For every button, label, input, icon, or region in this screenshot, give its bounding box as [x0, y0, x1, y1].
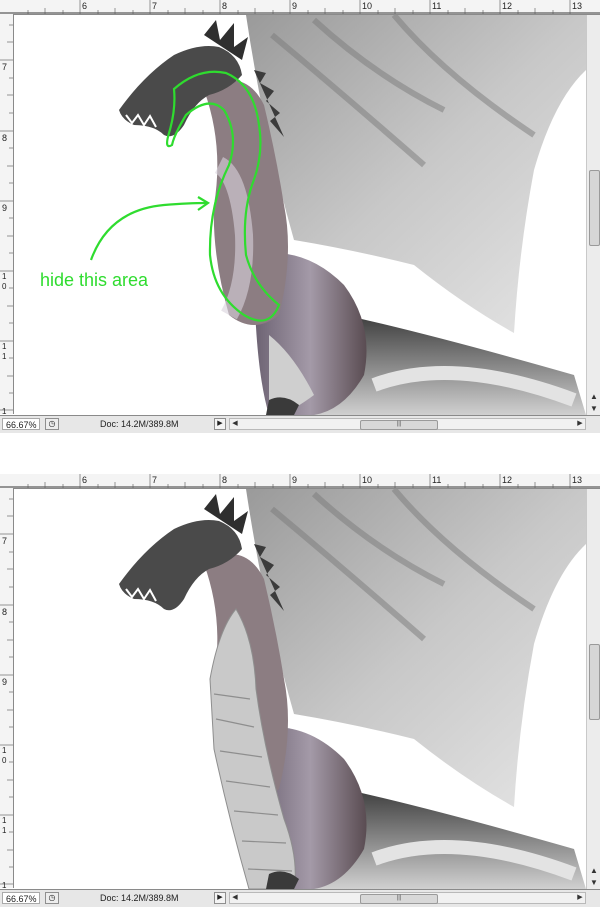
scroll-down-arrow-icon[interactable]: ▼	[587, 877, 600, 889]
horizontal-scrollbar[interactable]: ◀ ||| ▶	[229, 418, 586, 430]
vertical-scrollbar[interactable]: ▲ ▼	[586, 15, 600, 415]
ruler-label: 12	[502, 1, 512, 11]
play-arrow-icon[interactable]: ▶	[214, 418, 226, 430]
vertical-scrollbar[interactable]: ▲ ▼	[586, 489, 600, 889]
scroll-down-arrow-icon[interactable]: ▼	[587, 403, 600, 415]
ruler-label: 7	[2, 536, 7, 546]
ruler-label: 11	[432, 475, 441, 485]
ruler-label: 9	[292, 1, 297, 11]
ruler-label: 1	[2, 272, 7, 281]
document-window-before: 6 7 8 9 10 11 12 13 7 8 9 1 0 1 1 1 hide…	[0, 0, 600, 433]
ruler-label: 9	[2, 677, 7, 687]
image-canvas[interactable]: hide this area	[14, 15, 586, 415]
ruler-label: 8	[222, 475, 227, 485]
ruler-label: 8	[222, 1, 227, 11]
document-window-after: 6 7 8 9 10 11 12 13 7 8 9 1 0 1 1 1 ▲ ▼ …	[0, 474, 600, 907]
document-size-info: Doc: 14.2M/389.8M	[100, 893, 179, 903]
doc-info-icon[interactable]: ◷	[45, 892, 59, 904]
ruler-label: 1	[2, 407, 7, 414]
zoom-level-field[interactable]: 66.67%	[2, 418, 40, 430]
ruler-label: 8	[2, 607, 7, 617]
zoom-level-field[interactable]: 66.67%	[2, 892, 40, 904]
scroll-up-arrow-icon[interactable]: ▲	[587, 865, 600, 877]
status-bar: 66.67% ◷ Doc: 14.2M/389.8M ▶ ◀ ||| ▶	[0, 889, 600, 907]
document-size-info: Doc: 14.2M/389.8M	[100, 419, 179, 429]
status-bar: 66.67% ◷ Doc: 14.2M/389.8M ▶ ◀ ||| ▶	[0, 415, 600, 433]
annotation-arrow-shaft	[89, 201, 207, 261]
scroll-left-arrow-icon[interactable]: ◀	[230, 419, 240, 429]
scroll-up-arrow-icon[interactable]: ▲	[587, 391, 600, 403]
ruler-label: 9	[2, 203, 7, 213]
ruler-label: 11	[432, 1, 441, 11]
ruler-label: 12	[502, 475, 512, 485]
doc-info-icon[interactable]: ◷	[45, 418, 59, 430]
horizontal-scroll-thumb[interactable]: |||	[360, 894, 438, 904]
scroll-right-arrow-icon[interactable]: ▶	[575, 419, 585, 429]
scroll-right-arrow-icon[interactable]: ▶	[575, 893, 585, 903]
ruler-label: 8	[2, 133, 7, 143]
ruler-label: 7	[152, 1, 157, 11]
ruler-label: 10	[362, 475, 372, 485]
ruler-label: 1	[2, 826, 7, 835]
vertical-ruler[interactable]: 7 8 9 1 0 1 1 1	[0, 14, 14, 414]
vertical-scroll-thumb[interactable]	[589, 170, 600, 246]
ruler-label: 1	[2, 342, 7, 351]
ruler-ticks	[27, 0, 571, 14]
horizontal-scrollbar[interactable]: ◀ ||| ▶	[229, 892, 586, 904]
play-arrow-icon[interactable]: ▶	[214, 892, 226, 904]
ruler-label: 7	[2, 62, 7, 72]
scroll-left-arrow-icon[interactable]: ◀	[230, 893, 240, 903]
horizontal-scroll-thumb[interactable]: |||	[360, 420, 438, 430]
vertical-scroll-thumb[interactable]	[589, 644, 600, 720]
ruler-label: 1	[2, 881, 7, 888]
ruler-label: 0	[2, 282, 7, 291]
ruler-label: 1	[2, 746, 7, 755]
vertical-ruler[interactable]: 7 8 9 1 0 1 1 1	[0, 488, 14, 888]
horizontal-ruler[interactable]: 6 7 8 9 10 11 12 13	[0, 474, 600, 489]
image-canvas[interactable]	[14, 489, 586, 889]
ruler-label: 0	[2, 756, 7, 765]
ruler-label: 13	[572, 475, 582, 485]
horizontal-ruler[interactable]: 6 7 8 9 10 11 12 13	[0, 0, 600, 15]
ruler-label: 7	[152, 475, 157, 485]
annotation-label: hide this area	[40, 270, 149, 290]
ruler-label: 6	[82, 475, 87, 485]
ruler-label: 13	[572, 1, 582, 11]
ruler-label: 1	[2, 352, 7, 361]
ruler-label: 6	[82, 1, 87, 11]
ruler-label: 1	[2, 816, 7, 825]
ruler-label: 9	[292, 475, 297, 485]
ruler-label: 10	[362, 1, 372, 11]
